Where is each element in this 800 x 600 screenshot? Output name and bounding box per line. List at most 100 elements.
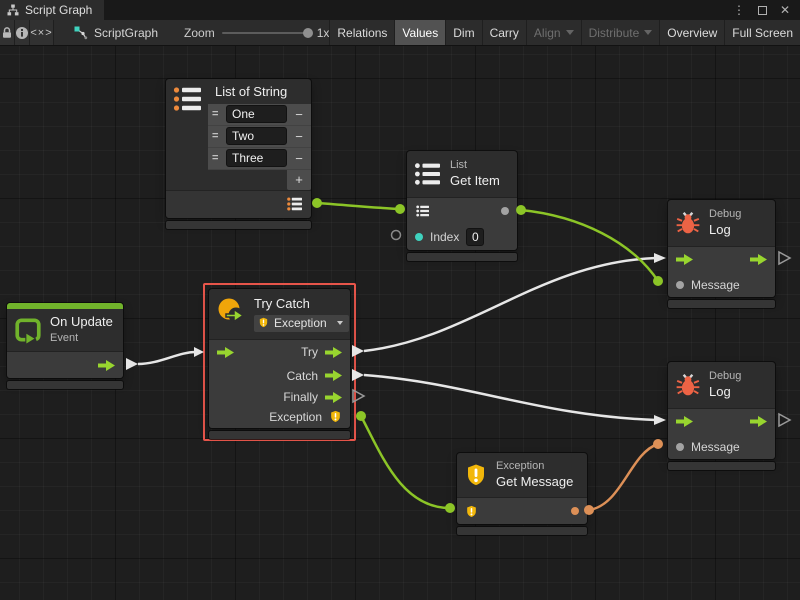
flow-in-port-icon[interactable] bbox=[676, 254, 693, 265]
tab-script-graph[interactable]: Script Graph bbox=[0, 0, 104, 20]
tab-title: Script Graph bbox=[25, 3, 92, 17]
carry-button[interactable]: Carry bbox=[482, 20, 526, 45]
node-title: Get Message bbox=[496, 474, 573, 491]
wire-getmessage-to-log-message[interactable] bbox=[589, 444, 658, 510]
getmessage-in-port[interactable] bbox=[445, 503, 455, 513]
finally-port-label: Finally bbox=[283, 390, 318, 404]
bug-icon bbox=[675, 210, 701, 236]
fullscreen-button[interactable]: Full Screen bbox=[724, 20, 800, 45]
drag-handle-icon[interactable]: = bbox=[212, 152, 222, 164]
remove-item-button[interactable]: − bbox=[291, 129, 307, 144]
list-item-input[interactable] bbox=[226, 149, 287, 167]
distribute-button[interactable]: Distribute bbox=[581, 20, 660, 45]
flow-in-port-icon[interactable] bbox=[217, 347, 234, 358]
values-button[interactable]: Values bbox=[394, 20, 445, 45]
close-icon[interactable]: ✕ bbox=[780, 3, 790, 17]
flow-out-port-icon[interactable] bbox=[750, 416, 767, 427]
integer-port-icon[interactable] bbox=[415, 233, 423, 241]
node-list-of-string[interactable]: List of String = − = − = bbox=[166, 79, 311, 229]
node-try-catch[interactable]: Try Catch Exception Try bbox=[209, 289, 350, 439]
message-port-icon[interactable] bbox=[676, 281, 684, 289]
node-get-message[interactable]: Exception Get Message bbox=[457, 453, 587, 535]
wire-list-to-getitem[interactable] bbox=[317, 203, 400, 209]
breadcrumb[interactable]: ScriptGraph bbox=[74, 20, 158, 45]
index-in-port-unconnected[interactable] bbox=[392, 231, 401, 240]
remove-item-button[interactable]: − bbox=[291, 151, 307, 166]
flow-out-port-icon[interactable] bbox=[750, 254, 767, 265]
output-port-icon[interactable] bbox=[501, 207, 509, 215]
list-out-port[interactable] bbox=[312, 198, 322, 208]
log-top-message-in-port[interactable] bbox=[653, 276, 663, 286]
node-kind: Debug bbox=[709, 369, 741, 383]
node-footer bbox=[668, 462, 775, 470]
node-footer bbox=[166, 221, 311, 229]
wire-catch-to-log-bottom[interactable] bbox=[364, 375, 656, 420]
finally-flow-out-icon[interactable] bbox=[325, 392, 342, 403]
string-out-port-icon[interactable] bbox=[571, 507, 579, 515]
node-kind: Exception bbox=[496, 459, 573, 473]
chevron-down-icon bbox=[337, 321, 343, 325]
exception-in-port-icon[interactable] bbox=[465, 505, 478, 518]
exception-out-port[interactable] bbox=[356, 411, 366, 421]
getitem-out-port[interactable] bbox=[516, 205, 526, 215]
list-item-row: = − bbox=[208, 126, 311, 148]
try-flow-out-icon[interactable] bbox=[325, 347, 342, 358]
wire-try-to-log-top[interactable] bbox=[364, 258, 656, 351]
node-on-update[interactable]: On Update Event bbox=[7, 303, 123, 389]
node-get-item[interactable]: List Get Item Ind bbox=[407, 151, 517, 261]
drag-handle-icon[interactable]: = bbox=[212, 130, 222, 142]
graph-hierarchy-icon bbox=[7, 4, 19, 16]
lock-button[interactable] bbox=[0, 20, 15, 45]
node-title: Get Item bbox=[450, 173, 500, 190]
wire-exception-to-getmessage[interactable] bbox=[361, 416, 450, 508]
finally-out-port-unconnected[interactable] bbox=[353, 390, 364, 402]
align-button[interactable]: Align bbox=[526, 20, 581, 45]
message-port-icon[interactable] bbox=[676, 443, 684, 451]
flow-in-port-icon[interactable] bbox=[676, 416, 693, 427]
toolbar-buttons: Relations Values Dim Carry Align Distrib… bbox=[329, 20, 800, 45]
list-item-input[interactable] bbox=[226, 105, 287, 123]
wire-onupdate-to-trycatch[interactable] bbox=[138, 352, 196, 364]
exception-type-dropdown[interactable]: Exception bbox=[254, 315, 349, 332]
list-icon bbox=[414, 162, 442, 186]
remove-item-button[interactable]: − bbox=[291, 107, 307, 122]
wire-getitem-to-log-message[interactable] bbox=[521, 210, 658, 281]
index-input[interactable] bbox=[466, 228, 484, 246]
graph-canvas[interactable]: List of String = − = − = bbox=[0, 46, 800, 600]
getitem-list-in-port[interactable] bbox=[395, 204, 405, 214]
exception-shield-icon[interactable] bbox=[329, 410, 342, 423]
overview-button[interactable]: Overview bbox=[659, 20, 724, 45]
code-preview-button[interactable]: <×> bbox=[30, 20, 54, 45]
flow-out-port-icon[interactable] bbox=[98, 360, 115, 371]
drag-handle-icon[interactable]: = bbox=[212, 108, 222, 120]
catch-out-port[interactable] bbox=[352, 369, 364, 381]
maximize-icon[interactable] bbox=[758, 6, 767, 15]
tab-bar: Script Graph ⋮ ✕ bbox=[0, 0, 800, 20]
log-bottom-out-port-unconnected[interactable] bbox=[779, 414, 790, 426]
log-bottom-message-in-port[interactable] bbox=[653, 439, 663, 449]
catch-flow-out-icon[interactable] bbox=[325, 370, 342, 381]
more-icon[interactable]: ⋮ bbox=[733, 3, 745, 17]
zoom-slider-handle[interactable] bbox=[303, 28, 313, 38]
list-item-input[interactable] bbox=[226, 127, 287, 145]
try-out-port[interactable] bbox=[352, 345, 364, 357]
relations-button[interactable]: Relations bbox=[329, 20, 394, 45]
wire-arrowhead bbox=[654, 253, 666, 263]
log-top-out-port-unconnected[interactable] bbox=[779, 252, 790, 264]
code-icon: <×> bbox=[30, 27, 52, 39]
node-debug-log-top[interactable]: Debug Log Message bbox=[668, 200, 775, 308]
zoom-slider[interactable] bbox=[222, 32, 310, 34]
info-button[interactable] bbox=[15, 20, 30, 45]
node-kind: Debug bbox=[709, 207, 741, 221]
node-debug-log-bottom[interactable]: Debug Log Message bbox=[668, 362, 775, 470]
node-footer bbox=[407, 253, 517, 261]
node-footer bbox=[457, 527, 587, 535]
dim-button[interactable]: Dim bbox=[445, 20, 481, 45]
node-subtitle: Event bbox=[50, 331, 113, 345]
catch-port-label: Catch bbox=[287, 369, 318, 383]
add-item-button[interactable]: + bbox=[287, 170, 311, 190]
list-port-icon[interactable] bbox=[415, 205, 431, 217]
chevron-down-icon bbox=[566, 30, 574, 35]
onupdate-out-port[interactable] bbox=[126, 358, 138, 370]
chevron-down-icon bbox=[644, 30, 652, 35]
